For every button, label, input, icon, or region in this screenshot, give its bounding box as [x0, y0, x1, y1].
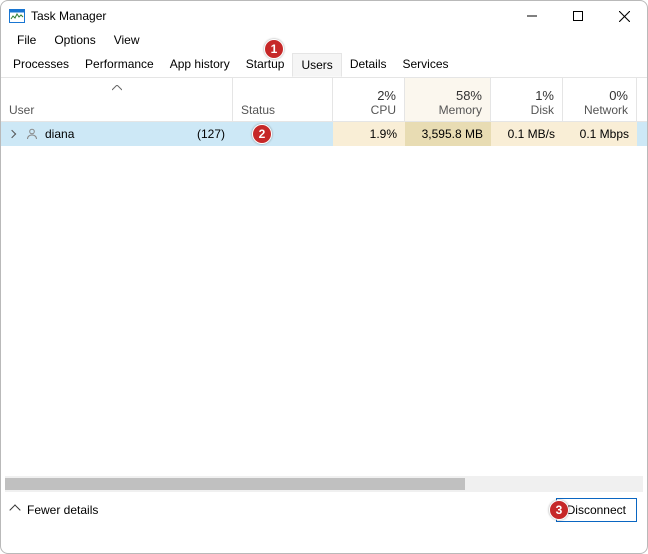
window-title: Task Manager [31, 9, 106, 23]
disk-percent: 1% [535, 88, 554, 103]
sort-chevron-up-icon [112, 80, 122, 94]
minimize-button[interactable] [509, 1, 555, 31]
column-header-user[interactable]: User [1, 78, 233, 121]
menu-options[interactable]: Options [46, 31, 105, 49]
tab-processes[interactable]: Processes [5, 53, 77, 77]
column-label-user: User [9, 103, 34, 117]
fewer-details-link[interactable]: Fewer details [27, 503, 98, 517]
process-count: (127) [197, 127, 225, 141]
status-cell [233, 122, 333, 146]
task-manager-icon [9, 8, 25, 24]
disk-cell: 0.1 MB/s [491, 122, 563, 146]
tab-startup[interactable]: Startup [238, 53, 293, 77]
table-body-empty [1, 146, 647, 476]
memory-cell: 3,595.8 MB [405, 122, 491, 146]
table-header: User Status 2% CPU 58% Memory 1% Disk 0%… [1, 78, 647, 122]
column-header-disk[interactable]: 1% Disk [491, 78, 563, 121]
column-header-cpu[interactable]: 2% CPU [333, 78, 405, 121]
table-row[interactable]: diana (127) 1.9% 3,595.8 MB 0.1 MB/s 0.1… [1, 122, 647, 146]
tab-app-history[interactable]: App history [162, 53, 238, 77]
close-button[interactable] [601, 1, 647, 31]
horizontal-scrollbar[interactable] [5, 476, 643, 492]
cpu-cell: 1.9% [333, 122, 405, 146]
column-header-status[interactable]: Status [233, 78, 333, 121]
chevron-up-icon[interactable] [9, 504, 20, 515]
menubar: File Options View [1, 31, 647, 53]
network-cell: 0.1 Mbps [563, 122, 637, 146]
callout-3: 3 [549, 500, 569, 520]
column-label-cpu: CPU [371, 103, 396, 117]
user-cell[interactable]: diana (127) [1, 122, 233, 146]
cpu-percent: 2% [377, 88, 396, 103]
column-header-network[interactable]: 0% Network [563, 78, 637, 121]
callout-2: 2 [252, 124, 272, 144]
tab-services[interactable]: Services [395, 53, 457, 77]
tab-users[interactable]: Users [292, 53, 341, 77]
menu-view[interactable]: View [106, 31, 150, 49]
network-percent: 0% [609, 88, 628, 103]
menu-file[interactable]: File [9, 31, 46, 49]
user-avatar-icon [25, 127, 39, 141]
column-label-status: Status [241, 103, 275, 117]
username: diana [45, 127, 74, 141]
tab-strip: Processes Performance App history Startu… [1, 53, 647, 78]
footer: Fewer details Disconnect 3 [1, 492, 647, 528]
column-label-network: Network [584, 103, 628, 117]
memory-percent: 58% [456, 88, 482, 103]
column-label-memory: Memory [439, 103, 482, 117]
tab-details[interactable]: Details [342, 53, 395, 77]
column-header-memory[interactable]: 58% Memory [405, 78, 491, 121]
column-label-disk: Disk [531, 103, 554, 117]
tab-performance[interactable]: Performance [77, 53, 162, 77]
titlebar: Task Manager [1, 1, 647, 31]
scrollbar-thumb[interactable] [5, 478, 465, 490]
expand-chevron-icon[interactable] [8, 130, 16, 138]
maximize-button[interactable] [555, 1, 601, 31]
callout-1: 1 [264, 39, 284, 59]
